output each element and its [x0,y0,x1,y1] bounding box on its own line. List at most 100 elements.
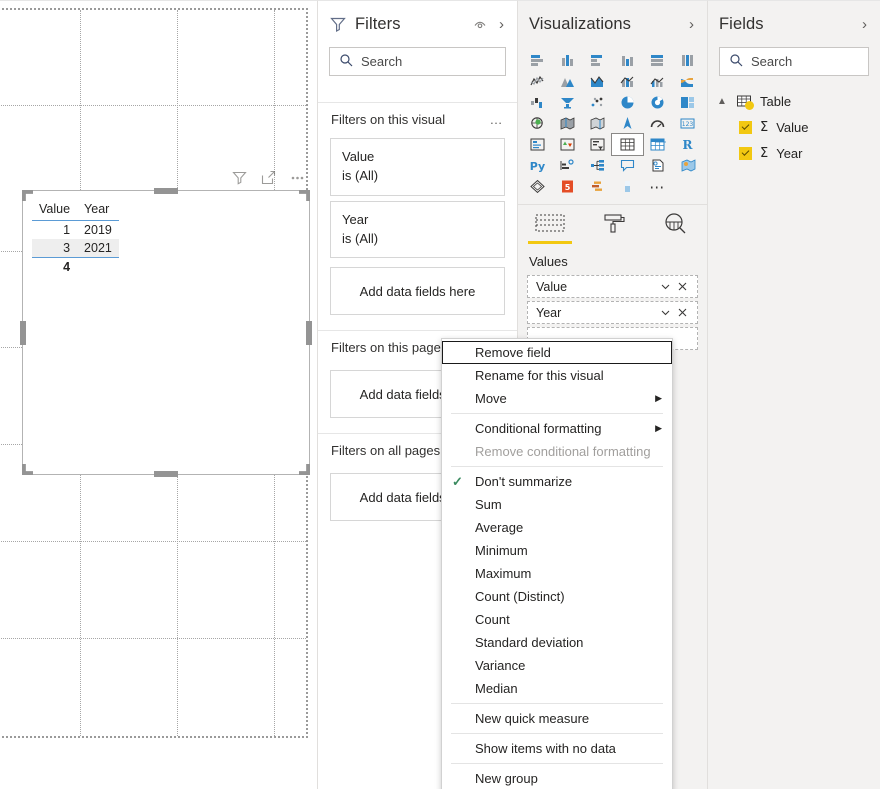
field-chip-value[interactable]: Value [527,275,698,298]
line-and-stacked-column-chart-icon[interactable] [612,71,642,92]
table-row[interactable]: 1 2019 [32,221,119,240]
python-visual-icon[interactable]: Py [522,155,552,176]
cell-year[interactable]: 2021 [77,239,119,258]
slicer-icon[interactable] [582,134,612,155]
field-checkbox[interactable] [739,120,752,134]
shape-map-icon[interactable] [582,113,612,134]
visualization-pane-tabs[interactable] [518,204,707,246]
filled-map-icon[interactable] [552,113,582,134]
visual-type-gallery[interactable]: 123 R Py 5 ⋯ [518,47,707,197]
collapse-visualizations-pane-icon[interactable]: › [687,16,696,33]
resize-handle-bottom-right[interactable] [299,464,310,475]
100-stacked-bar-chart-icon[interactable] [643,50,673,71]
table-visual[interactable]: Value Year 1 2019 3 2021 4 [20,188,312,477]
arcgis-map-icon[interactable] [673,155,703,176]
r-script-visual-icon[interactable]: R [673,134,703,155]
resize-handle-left[interactable] [20,320,26,345]
menu-item-new-quick-measure[interactable]: New quick measure [442,707,672,730]
resize-handle-top[interactable] [154,188,178,194]
chevron-up-icon[interactable]: ▲ [717,96,729,107]
visual-header-toolbar[interactable] [231,167,306,187]
fields-tree-item-year[interactable]: Σ Year [708,140,880,166]
cell-value[interactable]: 1 [32,221,77,240]
ribbon-chart-icon[interactable] [673,71,703,92]
filter-card-value[interactable]: Value is (All) [330,138,505,196]
menu-item-median[interactable]: Median [442,677,672,700]
matrix-icon[interactable] [643,134,673,155]
waterfall-chart-icon[interactable] [522,92,552,113]
table-grid[interactable]: Value Year 1 2019 3 2021 4 [32,200,119,276]
stacked-area-chart-icon[interactable] [582,71,612,92]
smart-narrative-icon[interactable] [643,155,673,176]
stacked-bar-chart-icon[interactable] [522,50,552,71]
gauge-chart-icon[interactable] [643,113,673,134]
fields-tree-table-node[interactable]: ▲ Table [708,88,880,114]
hidden-eye-icon[interactable] [471,15,489,33]
menu-item-new-group[interactable]: New group [442,767,672,789]
cell-year[interactable]: 2019 [77,221,119,240]
section-more-icon[interactable]: … [490,112,505,127]
paginated-report-icon[interactable] [522,176,552,197]
tab-fields[interactable] [518,212,581,246]
field-chip-year[interactable]: Year [527,301,698,324]
menu-item-move[interactable]: Move ▶ [442,387,672,410]
menu-item-count-distinct[interactable]: Count (Distinct) [442,585,672,608]
html-viewer-icon[interactable]: 5 [552,176,582,197]
more-visuals-icon[interactable]: ⋯ [643,176,673,197]
clustered-bar-chart-icon[interactable] [582,50,612,71]
tab-format[interactable] [581,212,644,246]
filters-search-box[interactable]: Search [329,47,506,76]
kpi-icon[interactable] [552,134,582,155]
menu-item-dont-summarize[interactable]: ✓ Don't summarize [442,470,672,493]
menu-item-sum[interactable]: Sum [442,493,672,516]
chevron-down-icon[interactable] [657,281,674,292]
resize-handle-top-right[interactable] [299,190,310,201]
pie-chart-icon[interactable] [612,92,642,113]
menu-item-rename-for-this-visual[interactable]: Rename for this visual [442,364,672,387]
line-chart-icon[interactable] [522,71,552,92]
visual-filter-dropzone[interactable]: Add data fields here [330,267,505,316]
fields-tree-item-value[interactable]: Σ Value [708,114,880,140]
menu-item-minimum[interactable]: Minimum [442,539,672,562]
field-checkbox[interactable] [739,146,752,160]
fields-search-box[interactable]: Search [719,47,869,76]
report-canvas[interactable]: Value Year 1 2019 3 2021 4 [0,0,317,789]
more-options-icon[interactable] [289,169,306,186]
gantt-chart-icon[interactable] [582,176,612,197]
line-and-clustered-column-chart-icon[interactable] [643,71,673,92]
menu-item-variance[interactable]: Variance [442,654,672,677]
collapse-filters-pane-icon[interactable]: › [497,16,506,33]
menu-item-maximum[interactable]: Maximum [442,562,672,585]
card-icon[interactable]: 123 [673,113,703,134]
donut-chart-icon[interactable] [643,92,673,113]
cell-value[interactable]: 3 [32,239,78,258]
scatter-chart-icon[interactable] [582,92,612,113]
field-context-menu[interactable]: Remove field Rename for this visual Move… [441,338,673,789]
close-icon[interactable] [674,281,691,292]
tab-analytics[interactable] [644,212,707,246]
menu-item-average[interactable]: Average [442,516,672,539]
decomposition-tree-icon[interactable] [582,155,612,176]
menu-item-standard-deviation[interactable]: Standard deviation [442,631,672,654]
funnel-chart-icon[interactable] [552,92,582,113]
menu-item-remove-field[interactable]: Remove field [442,341,672,364]
column-header-year[interactable]: Year [77,200,119,221]
table-visual-container[interactable]: Value Year 1 2019 3 2021 4 [20,170,312,477]
resize-handle-right[interactable] [306,320,312,345]
map-icon[interactable] [522,113,552,134]
collapse-fields-pane-icon[interactable]: › [860,16,869,33]
q-and-a-icon[interactable] [612,155,642,176]
multi-row-card-icon[interactable] [522,134,552,155]
azure-map-icon[interactable] [612,113,642,134]
table-icon[interactable] [611,133,644,156]
simple-image-icon[interactable] [612,176,642,197]
chevron-down-icon[interactable] [657,307,674,318]
stacked-column-chart-icon[interactable] [552,50,582,71]
menu-item-count[interactable]: Count [442,608,672,631]
key-influencers-icon[interactable] [552,155,582,176]
clustered-column-chart-icon[interactable] [612,50,642,71]
close-icon[interactable] [674,307,691,318]
focus-mode-icon[interactable] [260,169,277,186]
area-chart-icon[interactable] [552,71,582,92]
table-row[interactable]: 3 2021 [32,239,119,258]
